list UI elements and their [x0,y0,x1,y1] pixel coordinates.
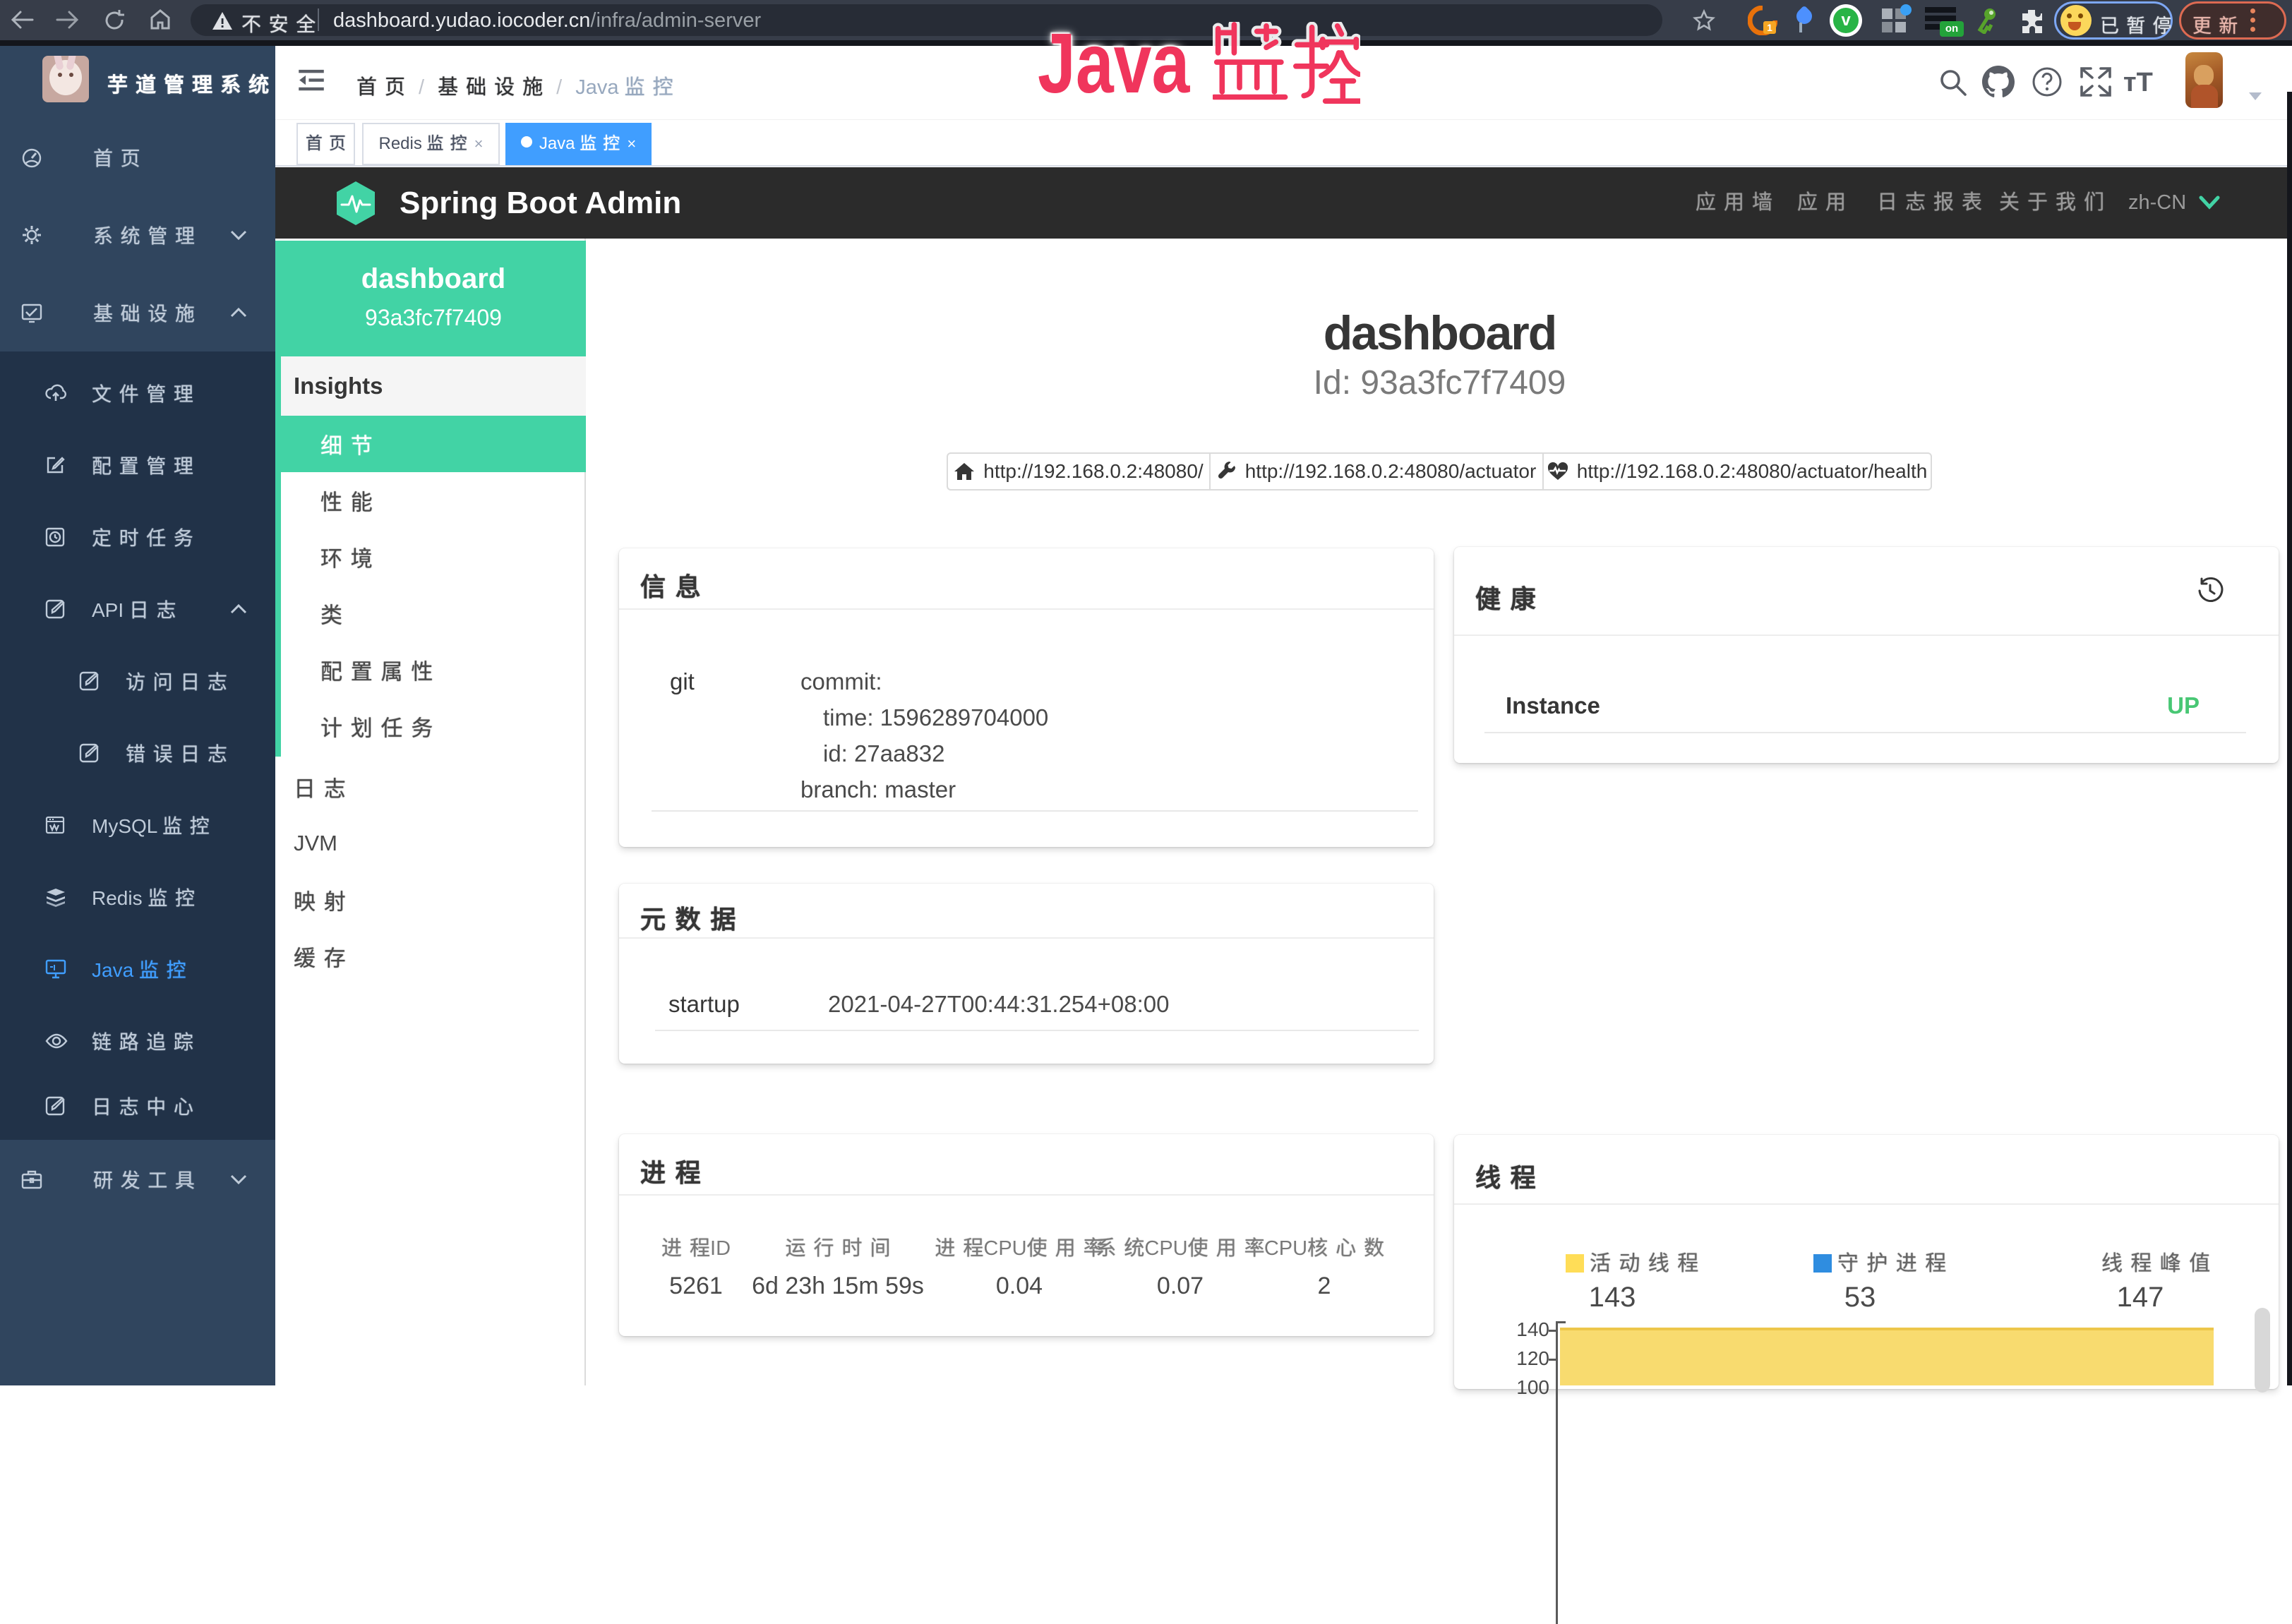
svg-text:1: 1 [1767,22,1772,33]
